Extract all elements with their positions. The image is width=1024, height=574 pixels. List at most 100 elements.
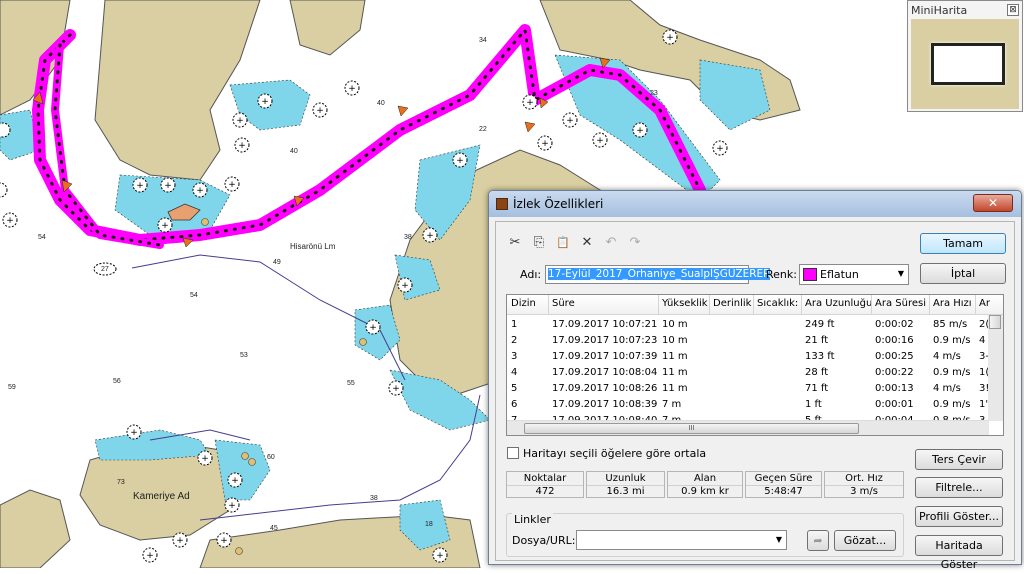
track-statistics: Noktalar 472 Uzunluk 16.3 mi Alan 0.9 km kr Ge… xyxy=(506,471,906,498)
paste-icon[interactable]: 📋 xyxy=(555,235,571,251)
depth-label: 55 xyxy=(347,380,355,387)
column-header[interactable]: Yükseklik xyxy=(662,298,708,309)
table-cell: 0.9 m/s xyxy=(933,367,971,378)
table-cell: 0:00:25 xyxy=(875,351,914,362)
column-header[interactable]: Dizin xyxy=(511,298,536,309)
column-header[interactable]: Süre xyxy=(552,298,575,309)
browse-button[interactable]: Gözat... xyxy=(834,530,896,551)
depth-label: 54 xyxy=(190,292,198,299)
url-label: Dosya/URL: xyxy=(512,534,576,547)
ok-button[interactable]: Tamam xyxy=(920,233,1006,254)
table-cell: 4 m/s xyxy=(933,351,961,362)
vertical-scrollbar[interactable] xyxy=(988,315,1003,421)
minimap-panel[interactable]: MiniHarita ⊠ xyxy=(907,0,1023,112)
table-row[interactable]: 4 17.09.2017 10:08:04 11 m 28 ft 0:00:22 0.9 … xyxy=(507,365,991,381)
depth-label: 27 xyxy=(101,266,109,273)
cancel-button[interactable]: İptal xyxy=(920,263,1006,284)
table-cell: 11 m xyxy=(662,351,688,362)
filter-button[interactable]: Filtrele... xyxy=(915,477,1003,498)
minimap-close-button[interactable]: ⊠ xyxy=(1007,4,1019,16)
depth-label: 40 xyxy=(290,148,298,155)
stat-label: Geçen Süre xyxy=(746,473,821,486)
color-name: Eflatun xyxy=(820,268,859,281)
column-header[interactable]: Ara Uzunluğu xyxy=(805,298,872,309)
table-row[interactable]: 6 17.09.2017 10:08:39 7 m 1 ft 0:00:01 0.9 m/… xyxy=(507,397,991,413)
column-divider[interactable] xyxy=(548,295,549,315)
table-cell: 3 xyxy=(511,351,518,362)
horizontal-scrollbar[interactable]: III xyxy=(507,420,989,435)
table-cell: 10 m xyxy=(662,319,688,330)
table-cell: 6 xyxy=(511,399,518,410)
track-points-table[interactable]: Dizin Süre Yükseklik Derinlik Sıcaklık: Ara U… xyxy=(506,294,1004,436)
table-cell: 4 m/s xyxy=(933,383,961,394)
column-divider[interactable] xyxy=(658,295,659,315)
column-header[interactable]: Ar xyxy=(979,298,990,309)
svg-text:+: + xyxy=(238,141,246,151)
table-row[interactable]: 3 17.09.2017 10:07:39 11 m 133 ft 0:00:25 4 m… xyxy=(507,349,991,365)
column-header[interactable]: Ara Hızı xyxy=(933,298,972,309)
column-header[interactable]: Ara Süresi xyxy=(875,298,926,309)
cut-icon[interactable]: ✂ xyxy=(507,235,523,251)
table-cell: 1' xyxy=(979,399,989,410)
reverse-button[interactable]: Ters Çevir xyxy=(915,449,1003,470)
table-cell: 0:00:02 xyxy=(875,319,914,330)
column-divider[interactable] xyxy=(801,295,802,315)
undo-icon[interactable]: ↶ xyxy=(603,235,619,251)
svg-text:+: + xyxy=(596,136,604,146)
delete-icon[interactable]: ✕ xyxy=(579,235,595,251)
center-map-checkbox[interactable] xyxy=(507,447,519,459)
depth-label: 60 xyxy=(267,454,275,461)
minimap-view[interactable] xyxy=(911,19,1019,109)
column-header[interactable]: Sıcaklık: xyxy=(757,298,798,309)
stat-label: Ort. Hız xyxy=(825,473,903,486)
column-divider[interactable] xyxy=(871,295,872,315)
dialog-titlebar[interactable]: İzlek Özellikleri ✕ xyxy=(489,191,1021,217)
stat-cell: Ort. Hız 3 m/s xyxy=(824,471,904,498)
copy-icon[interactable]: ⎘ xyxy=(531,235,547,251)
svg-text:+: + xyxy=(201,454,209,464)
table-cell: 17.09.2017 10:07:39 xyxy=(552,351,658,362)
name-input[interactable]: 17-Eylül_2017_Orhaniye_SualpİŞGÜZERER xyxy=(545,265,771,284)
column-divider[interactable] xyxy=(753,295,754,315)
svg-text:+: + xyxy=(236,116,244,126)
stat-value: 472 xyxy=(535,486,555,497)
depth-label: 40 xyxy=(377,100,385,107)
minimap-viewport-frame[interactable] xyxy=(931,43,1005,85)
show-profile-button[interactable]: Profili Göster... xyxy=(915,506,1003,527)
color-select[interactable]: Eflatun ▼ xyxy=(799,264,909,285)
svg-text:+: + xyxy=(146,551,154,561)
table-cell: 17.09.2017 10:08:26 xyxy=(552,383,658,394)
table-cell: 2 xyxy=(511,335,518,346)
column-divider[interactable] xyxy=(975,295,976,315)
redo-icon[interactable]: ↷ xyxy=(627,235,643,251)
column-divider[interactable] xyxy=(709,295,710,315)
place-label-hisaronu: Hisarönü Lm xyxy=(290,242,336,251)
horizontal-scroll-thumb[interactable]: III xyxy=(524,423,859,434)
stat-label: Alan xyxy=(668,473,742,486)
stat-label: Uzunluk xyxy=(587,473,664,486)
table-cell: 0:00:13 xyxy=(875,383,914,394)
table-cell: 5 xyxy=(511,383,518,394)
vertical-scroll-thumb[interactable] xyxy=(989,315,1001,329)
close-button[interactable]: ✕ xyxy=(973,194,1013,212)
column-header[interactable]: Derinlik xyxy=(713,298,751,309)
table-cell: 11 m xyxy=(662,383,688,394)
column-divider[interactable] xyxy=(929,295,930,315)
depth-label: 45 xyxy=(270,525,278,532)
table-cell: 0.9 m/s xyxy=(933,399,971,410)
table-row[interactable]: 1 17.09.2017 10:07:21 10 m 249 ft 0:00:02 85 … xyxy=(507,317,991,333)
depth-label: 34 xyxy=(479,37,487,44)
svg-text:+: + xyxy=(426,231,434,241)
table-row[interactable]: 2 17.09.2017 10:07:23 10 m 21 ft 0:00:16 0.9 … xyxy=(507,333,991,349)
track-properties-dialog: İzlek Özellikleri ✕ ✂ ⎘ 📋 ✕ ↶ ↷ Tamam İp… xyxy=(488,190,1022,571)
show-on-map-button[interactable]: Haritada Göster xyxy=(915,535,1003,571)
url-input[interactable]: ▼ xyxy=(576,530,787,550)
table-row[interactable]: 5 17.09.2017 10:08:26 11 m 71 ft 0:00:13 4 m/… xyxy=(507,381,991,397)
table-cell: 28 ft xyxy=(805,367,829,378)
open-link-button[interactable]: ➦ xyxy=(807,530,829,551)
depth-label: 53 xyxy=(240,352,248,359)
center-map-label: Haritayı seçili öğelere göre ortala xyxy=(523,447,707,460)
stat-cell: Noktalar 472 xyxy=(506,471,584,498)
stat-cell: Geçen Süre 5:48:47 xyxy=(745,471,822,498)
depth-label: 18 xyxy=(425,521,433,528)
